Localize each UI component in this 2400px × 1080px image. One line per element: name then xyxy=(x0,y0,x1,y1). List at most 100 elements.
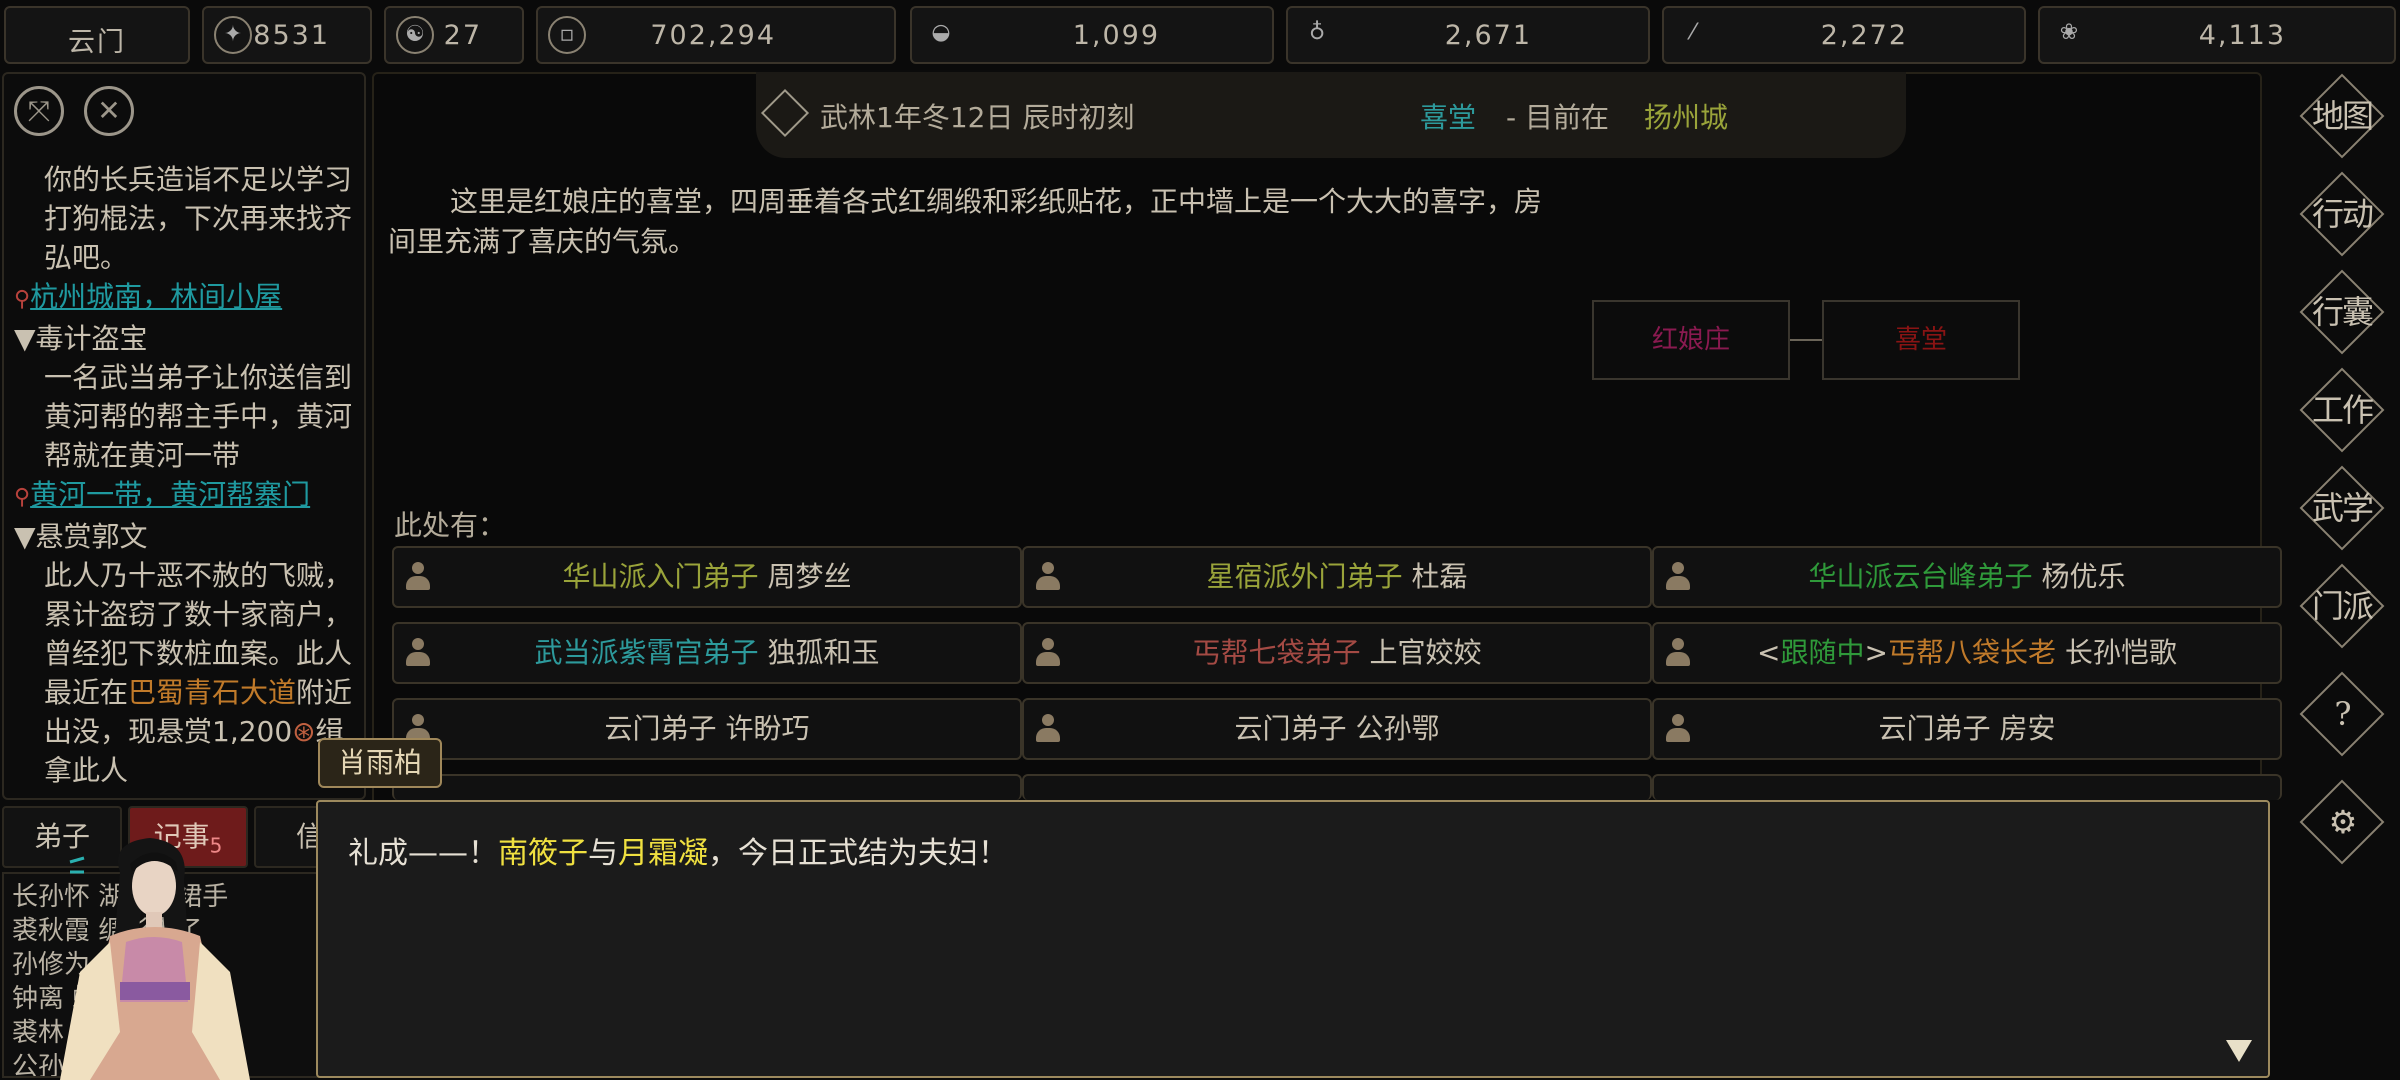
npc-name: 周梦丝 xyxy=(767,560,852,593)
groom-name: 南筱子 xyxy=(498,836,588,871)
quest-title: 悬赏郭文 xyxy=(35,520,148,553)
expand-triangle-icon[interactable]: ▼ xyxy=(14,322,36,355)
dialog-segment: 礼成——！ xyxy=(348,836,498,871)
resource-bar: 云门 ✦ 8531 ☯ 27 ▫ 702,294 ◒ 1,099 ♁ 2,671… xyxy=(0,0,2400,70)
quest-item[interactable]: ▼毒计盗宝 一名武当弟子让你送信到黄河帮的帮主手中，黄河帮就在黄河一带 ⚲黄河一… xyxy=(14,319,364,517)
room-description: 这里是红娘庄的喜堂，四周垂着各式红绸缎和彩纸贴花，正中墙上是一个大大的喜字，房间… xyxy=(388,185,1543,258)
menu-martial-button[interactable]: 武学 xyxy=(2299,465,2385,551)
npc-button[interactable]: 华山派云台峰弟子 杨优乐 xyxy=(1652,546,2282,608)
dialog-segment: ，今日正式结为夫妇！ xyxy=(708,836,1008,871)
resource-prestige[interactable]: ✦ 8531 xyxy=(202,6,372,64)
coin-icon: ▫ xyxy=(548,16,586,54)
npc-button[interactable] xyxy=(1652,774,2282,800)
menu-label: 行动 xyxy=(2311,195,2374,233)
coin-icon: ⊛ xyxy=(292,715,316,748)
person-icon xyxy=(1666,714,1690,742)
resource-food[interactable]: ◒ 1,099 xyxy=(910,6,1274,64)
calendar-icon xyxy=(760,88,810,138)
npc-title: 华山派云台峰弟子 xyxy=(1808,560,2033,593)
menu-label: 工作 xyxy=(2311,391,2374,429)
npc-title: 云门弟子 xyxy=(604,712,717,745)
quest-item[interactable]: ▼悬赏郭文 此人乃十恶不赦的飞贼，累计盗窃了数十家商户，曾经犯下数桩血案。此人最… xyxy=(14,517,364,790)
follow-bracket: < xyxy=(1757,636,1781,669)
npc-button[interactable]: 云门弟子 公孙鄂 xyxy=(1022,698,1652,760)
npc-name: 独孤和玉 xyxy=(767,636,880,669)
help-button[interactable]: ? xyxy=(2299,671,2385,757)
resource-value: 2,272 xyxy=(1820,20,1908,51)
resource-value: 1,099 xyxy=(1072,20,1160,51)
close-button[interactable]: ✕ xyxy=(84,86,134,136)
resource-coin[interactable]: ▫ 702,294 xyxy=(536,6,896,64)
collapse-icon: ⤧ xyxy=(27,94,51,127)
npc-name: 房安 xyxy=(1999,712,2056,745)
quest-location-link[interactable]: 黄河一带，黄河帮寨门 xyxy=(30,478,310,511)
person-icon xyxy=(1036,562,1060,590)
dialog-segment: 与 xyxy=(588,836,618,871)
bride-name: 月霜凝 xyxy=(618,836,708,871)
quest-place: 巴蜀青石大道 xyxy=(128,676,297,709)
resource-value: 702,294 xyxy=(650,20,776,51)
npc-button[interactable]: 云门弟子 许盼巧 xyxy=(392,698,1022,760)
npc-button[interactable]: 丐帮七袋弟子 上官姣姣 xyxy=(1022,622,1652,684)
quest-item[interactable]: 你的长兵造诣不足以学习打狗棍法，下次再来找齐弘吧。 ⚲杭州城南，林间小屋 xyxy=(14,160,364,319)
speaker-portrait xyxy=(60,838,250,1080)
menu-sect-button[interactable]: 门派 xyxy=(2299,563,2385,649)
npc-button[interactable]: 星宿派外门弟子 杜磊 xyxy=(1022,546,1652,608)
person-icon xyxy=(1036,714,1060,742)
resource-value: 4,113 xyxy=(2198,20,2286,51)
next-arrow-icon[interactable] xyxy=(2226,1040,2252,1062)
npc-button[interactable]: 华山派入门弟子 周梦丝 xyxy=(392,546,1022,608)
map-node-hongniangzhuang[interactable]: 红娘庄 xyxy=(1592,300,1790,380)
person-icon xyxy=(1666,638,1690,666)
dialog-text: 礼成——！南筱子与月霜凝，今日正式结为夫妇！ xyxy=(348,828,1008,872)
location-header: 武林1年冬12日 辰时初刻 喜堂 - 目前在 扬州城 xyxy=(756,72,1906,158)
sect-name-box[interactable]: 云门 xyxy=(4,6,190,64)
npc-button[interactable] xyxy=(1022,774,1652,800)
resource-gourd[interactable]: ♁ 2,671 xyxy=(1286,6,1650,64)
npc-button[interactable] xyxy=(392,774,1022,800)
quest-list[interactable]: 你的长兵造诣不足以学习打狗棍法，下次再来找齐弘吧。 ⚲杭州城南，林间小屋 ▼毒计… xyxy=(14,160,364,790)
npc-button[interactable]: 云门弟子 房安 xyxy=(1652,698,2282,760)
person-icon xyxy=(406,638,430,666)
expand-triangle-icon[interactable]: ▼ xyxy=(14,520,36,553)
resource-herb[interactable]: ❀ 4,113 xyxy=(2038,6,2396,64)
npc-button[interactable]: <跟随中>丐帮八袋长老 长孙恺歌 xyxy=(1652,622,2282,684)
resource-yinyang[interactable]: ☯ 27 xyxy=(384,6,524,64)
city-name: 扬州城 xyxy=(1644,101,1729,134)
quest-body: 一名武当弟子让你送信到黄河帮的帮主手中，黄河帮就在黄河一带 xyxy=(44,361,353,472)
location-pin-icon: ⚲ xyxy=(14,287,31,312)
menu-map-button[interactable]: 地图 xyxy=(2299,73,2385,159)
npc-name: 杨优乐 xyxy=(2041,560,2126,593)
menu-label: 门派 xyxy=(2311,587,2374,625)
npc-title: 丐帮八袋长老 xyxy=(1888,636,2057,669)
npc-name: 长孙恺歌 xyxy=(2064,636,2177,669)
resource-value: 2,671 xyxy=(1444,20,1532,51)
menu-label: 行囊 xyxy=(2311,293,2374,331)
menu-action-button[interactable]: 行动 xyxy=(2299,171,2385,257)
menu-label: ? xyxy=(2334,695,2351,733)
menu-work-button[interactable]: 工作 xyxy=(2299,367,2385,453)
resource-wood[interactable]: ⁄ 2,272 xyxy=(1662,6,2026,64)
npc-name: 杜磊 xyxy=(1411,560,1468,593)
follow-bracket: > xyxy=(1864,636,1888,669)
npc-title: 华山派入门弟子 xyxy=(562,560,759,593)
settings-button[interactable]: ⚙ xyxy=(2299,779,2385,865)
gourd-icon: ♁ xyxy=(1308,20,1326,45)
menu-bag-button[interactable]: 行囊 xyxy=(2299,269,2385,355)
menu-label: 武学 xyxy=(2311,489,2374,527)
game-datetime: 武林1年冬12日 辰时初刻 xyxy=(820,101,1135,134)
collapse-button[interactable]: ⤧ xyxy=(14,86,64,136)
map-node-xitang[interactable]: 喜堂 xyxy=(1822,300,2020,380)
menu-label: 地图 xyxy=(2311,97,2374,135)
npc-button[interactable]: 武当派紫霄宫弟子 独孤和玉 xyxy=(392,622,1022,684)
wood-icon: ⁄ xyxy=(1691,20,1695,45)
quest-title: 毒计盗宝 xyxy=(35,322,148,355)
quest-location-link[interactable]: 杭州城南，林间小屋 xyxy=(30,280,282,313)
npc-title: 武当派紫霄宫弟子 xyxy=(534,636,759,669)
map-connector xyxy=(1790,339,1822,341)
dialog-box[interactable]: 礼成——！南筱子与月霜凝，今日正式结为夫妇！ xyxy=(316,800,2270,1078)
quest-panel: ⤧ ✕ 你的长兵造诣不足以学习打狗棍法，下次再来找齐弘吧。 ⚲杭州城南，林间小屋… xyxy=(2,72,366,800)
food-bowl-icon: ◒ xyxy=(931,20,951,45)
close-icon: ✕ xyxy=(97,94,121,127)
npc-title: 云门弟子 xyxy=(1234,712,1347,745)
